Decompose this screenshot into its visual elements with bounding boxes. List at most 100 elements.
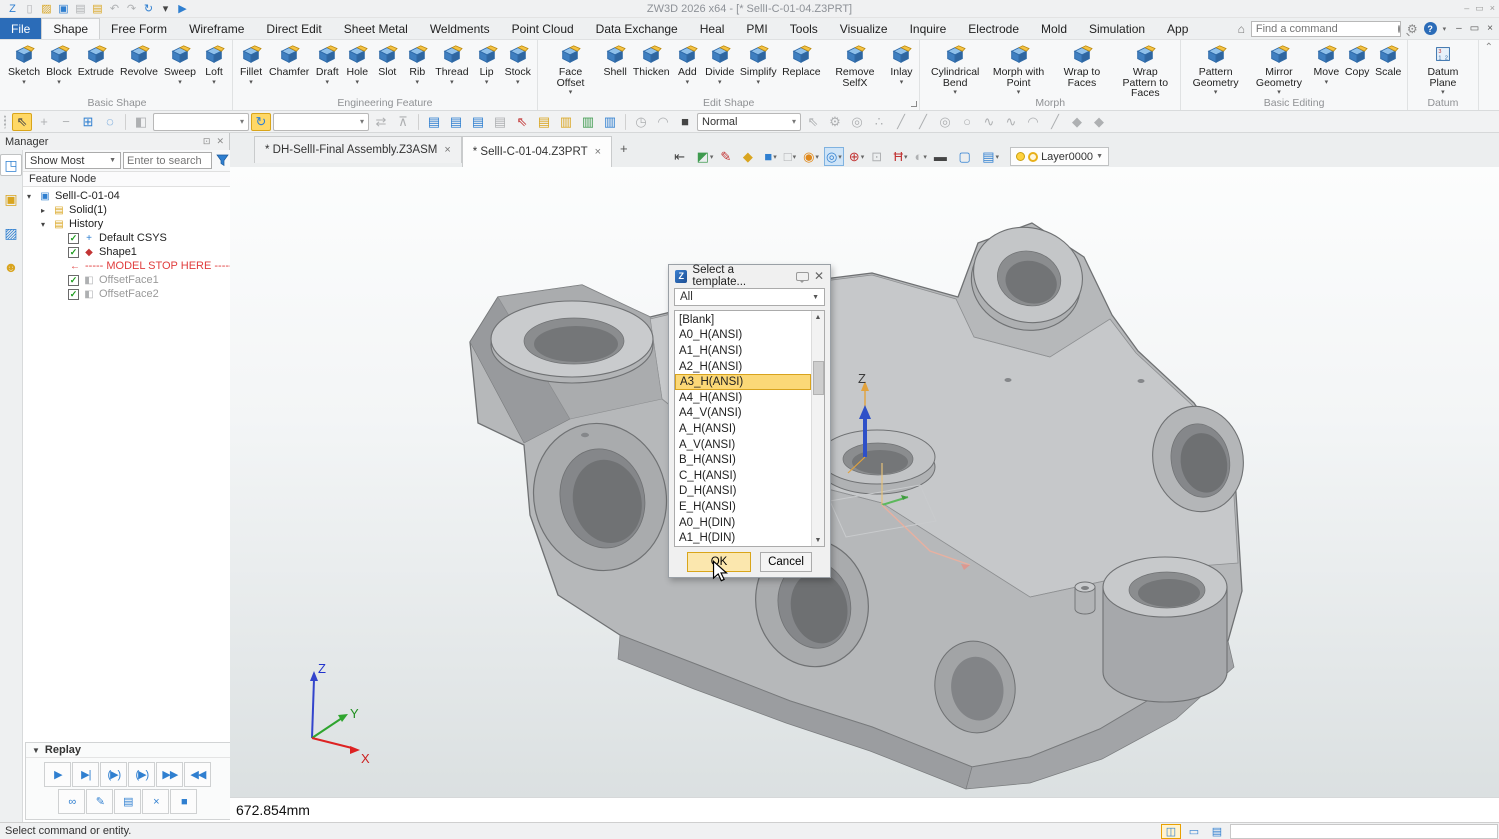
tree-expand-icon[interactable]: ▾	[27, 192, 38, 201]
replay-book-icon[interactable]: ▤	[114, 789, 142, 814]
sweep-button[interactable]: Sweep ▾	[161, 41, 199, 97]
wrap-pattern-to-faces-button[interactable]: Wrap Pattern to Faces ▾	[1114, 41, 1177, 98]
document-tab[interactable]: * SellI-C-01-04.Z3PRT ×	[461, 136, 613, 167]
customize-icon[interactable]: ▾	[157, 1, 174, 16]
snap-dots-icon[interactable]: ∴ ▾	[869, 113, 889, 131]
tree-expand-icon[interactable]: ▸	[41, 206, 52, 215]
new-file-icon[interactable]: ▯	[21, 1, 38, 16]
replay-play-icon[interactable]: ▶	[44, 762, 72, 787]
replay-play-dialog-icon[interactable]: (▶)	[100, 762, 128, 787]
filter-combo[interactable]: ▾	[153, 112, 249, 131]
curve-tool-icon[interactable]: ∿ ▾	[1001, 113, 1021, 131]
template-option[interactable]: B_H(ANSI)	[675, 452, 811, 468]
silhouette-icon[interactable]: ◎ ▾	[823, 147, 844, 166]
cylindrical-bend-button[interactable]: Cylindrical Bend ▾	[923, 41, 986, 97]
ellipse-tool-icon[interactable]: ○ ▾	[957, 113, 977, 131]
model-3d[interactable]: Z Z Y X	[230, 167, 1499, 797]
open-file-icon[interactable]: ▨	[38, 1, 55, 16]
template-option[interactable]: C_H(ANSI)	[675, 468, 811, 484]
separator[interactable]: ▾	[625, 113, 626, 130]
new-tab-button[interactable]: +	[620, 141, 628, 156]
play-circle-icon[interactable]: ◎ ▾	[847, 113, 867, 131]
close-document-icon[interactable]: ×	[1487, 23, 1493, 34]
export-folder-icon[interactable]: ▥ ▾	[556, 113, 576, 131]
wireframe-display-icon[interactable]: □ ▾	[782, 147, 798, 166]
session-folder-icon[interactable]: ▥ ▾	[600, 113, 620, 131]
pointer-icon[interactable]: ⇖ ▾	[803, 113, 823, 131]
datum-plane-button[interactable]: 312 Datum Plane ▾	[1411, 41, 1474, 97]
menu-free-form[interactable]: Free Form	[100, 18, 178, 39]
visual-manager-icon[interactable]: ▣	[0, 188, 22, 210]
menu-app[interactable]: App	[1156, 18, 1199, 39]
stop-icon[interactable]: ■ ▾	[675, 113, 695, 131]
menu-visualize[interactable]: Visualize	[829, 18, 899, 39]
batch-print-icon[interactable]: ▤	[89, 1, 106, 16]
block-button[interactable]: Block ▾	[43, 41, 75, 97]
solid-tool-icon[interactable]: ◆ ▾	[1089, 113, 1109, 131]
template-option[interactable]: A0_H(ANSI)	[675, 328, 811, 344]
render-manager-icon[interactable]: ▨	[0, 222, 22, 244]
draft-button[interactable]: Draft ▾	[312, 41, 342, 97]
pick-remove-icon[interactable]: − ▾	[56, 113, 76, 131]
scroll-thumb[interactable]	[812, 361, 824, 395]
copy-button[interactable]: Copy ▾	[1342, 41, 1372, 97]
scroll-down-icon[interactable]	[812, 534, 825, 546]
expand-qat-icon[interactable]: ▶	[174, 1, 191, 16]
template-option[interactable]: D_H(ANSI)	[675, 484, 811, 500]
extrude-button[interactable]: Extrude ▾	[75, 41, 117, 97]
exit-environment-icon[interactable]: ⇤ ▾	[672, 147, 691, 166]
remove-selfx-button[interactable]: Remove SelfX ▾	[823, 41, 886, 97]
tree-item-solid[interactable]: ▸ ▤ Solid(1)	[23, 203, 233, 217]
scroll-up-icon[interactable]	[812, 311, 825, 323]
template-option[interactable]: A_H(ANSI)	[675, 421, 811, 437]
zoom-window-icon[interactable]: ⊡ ▾	[869, 147, 888, 166]
menu-data-exchange[interactable]: Data Exchange	[585, 18, 689, 39]
polyline-tool-icon[interactable]: ╱ ▾	[913, 113, 933, 131]
divide-button[interactable]: Divide ▾	[702, 41, 737, 97]
tree-expand-icon[interactable]: ▾	[41, 220, 52, 229]
menu-electrode[interactable]: Electrode	[957, 18, 1030, 39]
loop-icon[interactable]: ◠ ▾	[653, 113, 673, 131]
simplify-button[interactable]: Simplify ▾	[737, 41, 779, 97]
menu-heal[interactable]: Heal	[689, 18, 736, 39]
shell-button[interactable]: Shell ▾	[600, 41, 630, 97]
circle-tool-icon[interactable]: ◎ ▾	[935, 113, 955, 131]
restore-window-icon[interactable]: ▭	[1475, 3, 1484, 14]
feature-manager-icon[interactable]: ◳	[0, 154, 22, 176]
scale-button[interactable]: Scale ▾	[1372, 41, 1404, 97]
template-option[interactable]: [Blank]	[675, 312, 811, 328]
add-button[interactable]: Add ▾	[672, 41, 702, 97]
face-offset-button[interactable]: Face Offset ▾	[541, 41, 600, 97]
save-icon[interactable]: ▣	[55, 1, 72, 16]
inlay-button[interactable]: Inlay ▾	[886, 41, 916, 97]
document-tab[interactable]: * DH-SellI-Final Assembly.Z3ASM ×	[254, 136, 462, 163]
lip-button[interactable]: Lip ▾	[472, 41, 502, 97]
multi-layer-icon[interactable]: ▤ ▾	[980, 147, 1001, 166]
menu-sheet-metal[interactable]: Sheet Metal	[333, 18, 419, 39]
template-option[interactable]: A3_H(ANSI)	[675, 374, 811, 390]
dock-panel-icon[interactable]: ⊡	[203, 136, 211, 147]
tree-item-model-stop[interactable]: ← ----- MODEL STOP HERE -----	[23, 259, 233, 273]
tree-checkbox[interactable]	[68, 246, 79, 258]
lock-icon[interactable]: ⊼ ▾	[393, 113, 413, 131]
minimize-document-icon[interactable]: –	[1456, 23, 1462, 34]
cancel-button[interactable]: Cancel	[760, 552, 812, 572]
revolve-button[interactable]: Revolve ▾	[117, 41, 161, 97]
replay-end-icon[interactable]: ■	[170, 789, 198, 814]
align-icon[interactable]: ⇄ ▾	[371, 113, 391, 131]
menu-point-cloud[interactable]: Point Cloud	[501, 18, 585, 39]
zw3d-logo-icon[interactable]: Z	[4, 1, 21, 16]
view-orient-icon[interactable]: ⊕ ▾	[847, 147, 866, 166]
face-tool-icon[interactable]: ◆ ▾	[1067, 113, 1087, 131]
toolbar-grip[interactable]: ▾	[4, 114, 8, 129]
dialog-hint-icon[interactable]	[796, 271, 809, 283]
command-search-input[interactable]	[1255, 22, 1398, 35]
viewport-canvas[interactable]: Z Z Y X Z Select a template... ✕ All ▼ […	[230, 167, 1499, 797]
segment-tool-icon[interactable]: ╱ ▾	[1045, 113, 1065, 131]
tree-item-shape1[interactable]: ◆ Shape1	[23, 245, 233, 259]
loft-button[interactable]: Loft ▾	[199, 41, 229, 97]
ribbon-collapse-icon[interactable]: ⌃	[1479, 40, 1499, 55]
dialog-close-icon[interactable]: ✕	[814, 269, 824, 283]
template-option[interactable]: A4_V(ANSI)	[675, 406, 811, 422]
replay-delete-icon[interactable]: ×	[142, 789, 170, 814]
